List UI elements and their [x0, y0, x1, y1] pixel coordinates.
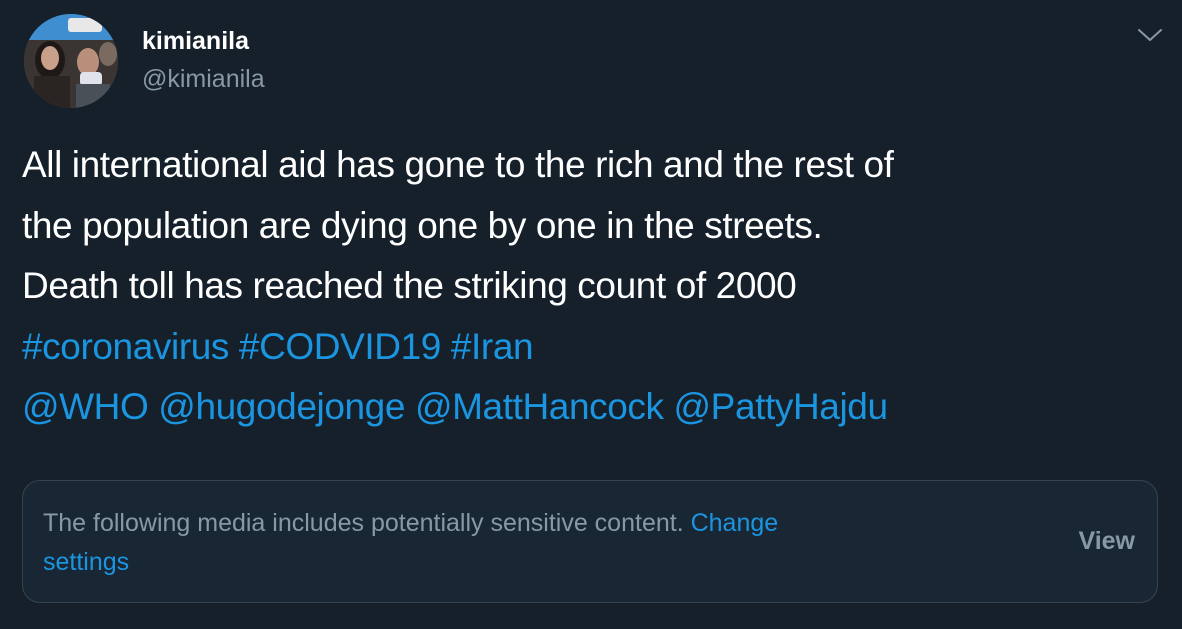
tweet-text-line: the population are dying one by one in t…: [22, 204, 823, 246]
mention-link[interactable]: @WHO: [22, 386, 149, 427]
user-handle[interactable]: @kimianila: [142, 62, 265, 96]
tweet-text-line: All international aid has gone to the ri…: [22, 144, 894, 185]
hashtag-link[interactable]: #CODVID19: [239, 326, 441, 367]
avatar-image: [24, 14, 118, 108]
sensitive-media-warning: The following media includes potentially…: [22, 480, 1158, 603]
tweet-text: All international aid has gone to the ri…: [22, 135, 1167, 438]
mention-line: @WHO @hugodejonge @MattHancock @PattyHaj…: [22, 377, 1167, 438]
display-name[interactable]: kimianila: [142, 24, 265, 58]
avatar[interactable]: [24, 14, 118, 108]
hashtag-line: #coronavirus #CODVID19 #Iran: [22, 317, 1167, 378]
change-settings-link-part2[interactable]: settings: [43, 548, 129, 576]
hashtag-link[interactable]: #coronavirus: [22, 326, 229, 367]
mention-link[interactable]: @MattHancock: [415, 386, 664, 427]
hashtag-link[interactable]: #Iran: [451, 326, 534, 367]
sensitive-message-text: The following media includes potentially…: [43, 509, 684, 537]
tweet-menu-button[interactable]: [1134, 22, 1166, 48]
tweet-text-line: Death toll has reached the striking coun…: [22, 265, 797, 306]
change-settings-link-part1[interactable]: Change: [691, 509, 779, 537]
tweet-card: kimianila @kimianila All international a…: [0, 0, 1182, 629]
view-media-button[interactable]: View: [1078, 524, 1135, 558]
sensitive-message: The following media includes potentially…: [43, 504, 943, 582]
chevron-down-icon: [1138, 29, 1162, 41]
mention-link[interactable]: @hugodejonge: [158, 386, 405, 427]
mention-link[interactable]: @PattyHajdu: [674, 386, 889, 427]
user-info: kimianila @kimianila: [142, 24, 265, 96]
